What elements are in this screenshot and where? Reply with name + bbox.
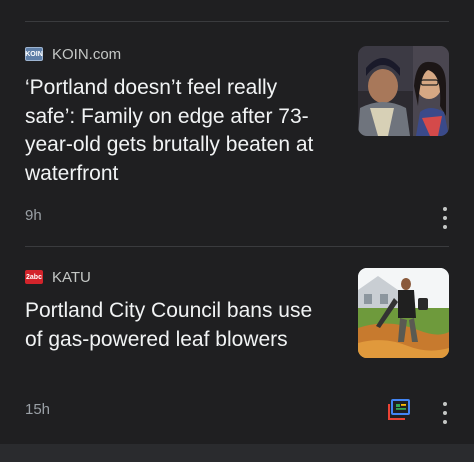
koin-logo-icon: KOIN: [25, 47, 43, 61]
news-card[interactable]: 2abc KATU Portland City Council bans use…: [0, 247, 474, 442]
more-options-icon[interactable]: [437, 207, 453, 229]
news-card[interactable]: KOIN KOIN.com ‘Portland doesn’t feel rea…: [0, 22, 474, 247]
full-coverage-icon[interactable]: [387, 399, 411, 421]
article-thumbnail[interactable]: [358, 268, 449, 358]
bottom-edge: [0, 444, 474, 462]
time-ago: 9h: [25, 207, 42, 224]
time-ago: 15h: [25, 401, 51, 418]
source-row: KOIN KOIN.com: [25, 44, 121, 64]
two-people-photo-icon: [358, 46, 449, 136]
source-row: 2abc KATU: [25, 267, 91, 287]
headline[interactable]: ‘Portland doesn’t feel really safe’: Fam…: [25, 74, 325, 188]
source-name[interactable]: KATU: [52, 269, 91, 286]
headline[interactable]: Portland City Council bans use of gas-po…: [25, 297, 325, 354]
article-thumbnail[interactable]: [358, 46, 449, 136]
katu-logo-icon: 2abc: [25, 270, 43, 284]
source-name[interactable]: KOIN.com: [52, 46, 121, 63]
man-with-leaf-blower-photo-icon: [358, 268, 449, 358]
more-options-icon[interactable]: [437, 402, 453, 424]
